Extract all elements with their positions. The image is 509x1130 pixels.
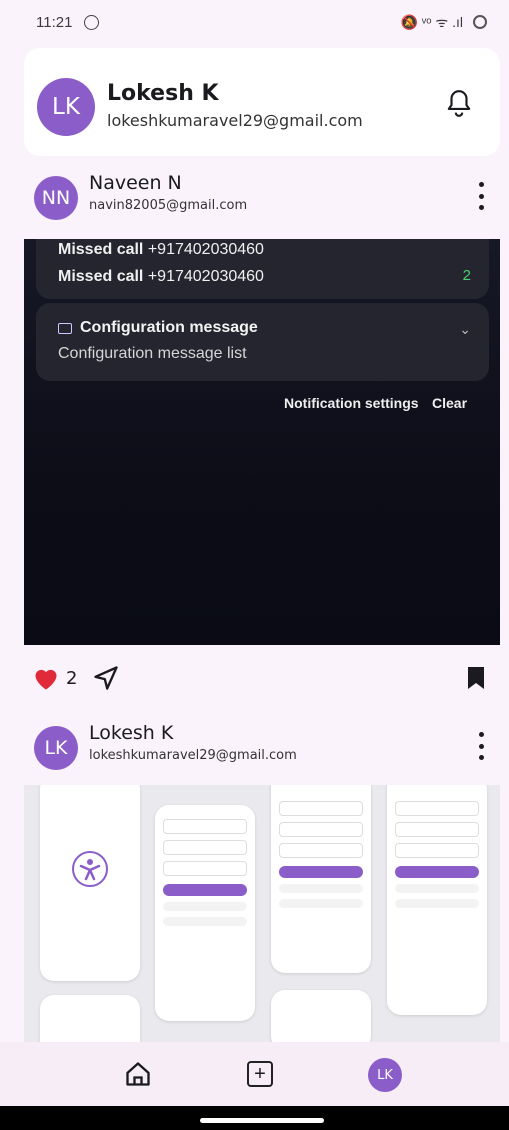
status-time: 11:21: [36, 13, 73, 31]
heart-icon[interactable]: [32, 665, 60, 691]
missed-count: 2: [462, 267, 471, 284]
home-indicator[interactable]: [200, 1118, 324, 1123]
post-actions: 2: [24, 660, 500, 700]
add-post-icon[interactable]: +: [247, 1061, 273, 1087]
bell-icon[interactable]: [446, 88, 472, 118]
status-icons: 🔕 ᵛᵒ ᯤ .ıl: [400, 13, 463, 30]
avatar[interactable]: NN: [34, 176, 78, 220]
gesture-bar: [0, 1106, 509, 1130]
post-image[interactable]: Missed call +917402030460 Missed call +9…: [24, 239, 500, 645]
avatar[interactable]: LK: [368, 1058, 402, 1092]
bookmark-icon[interactable]: [466, 666, 486, 690]
mockup-screen: [40, 995, 140, 1042]
avatar[interactable]: LK: [34, 726, 78, 770]
home-icon[interactable]: [124, 1060, 152, 1088]
notification-settings-label: Notification settings: [284, 395, 419, 411]
notification-card: Missed call +917402030460 Missed call +9…: [36, 239, 489, 299]
mockup-screen: [271, 990, 371, 1042]
whatsapp-icon: [84, 14, 100, 30]
post-author-email: navin82005@gmail.com: [89, 198, 248, 213]
mockup-screen: [271, 785, 371, 973]
notification-title: Configuration message: [58, 319, 258, 337]
notification-subtitle: Configuration message list: [58, 345, 247, 362]
like-count: 2: [66, 668, 78, 689]
more-options-icon[interactable]: [476, 182, 486, 210]
mockup-screen: [387, 785, 487, 1015]
bottom-nav: + LK: [0, 1042, 509, 1106]
status-bar: 11:21 🔕 ᵛᵒ ᯤ .ıl: [0, 0, 509, 44]
app-logo-icon: [72, 851, 108, 887]
post-header: NN Naveen N navin82005@gmail.com: [24, 166, 500, 226]
post-image[interactable]: [24, 785, 500, 1042]
battery-icon: [473, 15, 487, 29]
notification-card: Configuration message Configuration mess…: [36, 303, 489, 381]
mockup-screen: [155, 805, 255, 1021]
message-icon: [58, 322, 72, 334]
avatar[interactable]: LK: [37, 78, 95, 136]
send-icon[interactable]: [92, 664, 120, 692]
notification-row: Missed call +917402030460: [58, 268, 264, 285]
profile-header: LK Lokesh K lokeshkumaravel29@gmail.com: [24, 48, 500, 156]
post-author-email: lokeshkumaravel29@gmail.com: [89, 748, 297, 763]
profile-email: lokeshkumaravel29@gmail.com: [107, 111, 363, 130]
more-options-icon[interactable]: [476, 732, 486, 760]
chevron-down-icon: ⌄: [459, 321, 471, 337]
profile-name: Lokesh K: [107, 81, 219, 106]
post-header: LK Lokesh K lokeshkumaravel29@gmail.com: [24, 716, 500, 776]
post-author-name: Naveen N: [89, 172, 182, 194]
notification-row: Missed call +917402030460: [58, 241, 264, 258]
mockup-screen: [40, 785, 140, 981]
post-author-name: Lokesh K: [89, 722, 174, 744]
clear-label: Clear: [432, 395, 468, 411]
